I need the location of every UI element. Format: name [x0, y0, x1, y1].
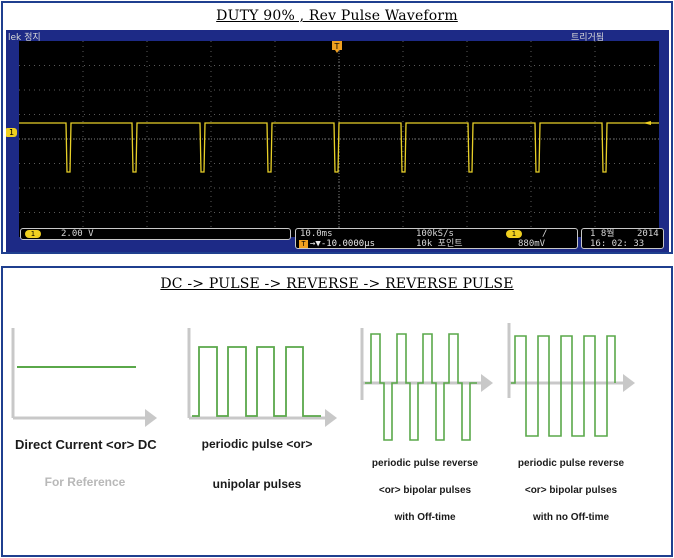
trigger-level-value: 880mV — [518, 239, 546, 249]
dc-x-arrow — [145, 409, 157, 427]
sample-rate-value: 100kS/s — [416, 229, 454, 239]
unipolar-pulse-wave — [192, 346, 321, 417]
scope-panel-title: DUTY 90% , Rev Pulse Waveform — [216, 8, 458, 24]
oscilloscope-display: lek 정지 트리거됨 T 1 1 2.00 V 10.0ms 100kS/s … — [6, 30, 669, 252]
scope-panel: DUTY 90% , Rev Pulse Waveform lek 정지 트리거… — [1, 1, 673, 254]
pulse-x-arrow — [325, 409, 337, 427]
reverse-nooff-caption-line1: periodic pulse reverse — [517, 458, 625, 469]
dc-caption-line2: For Reference — [44, 475, 126, 489]
ch1-badge: 1 — [25, 230, 41, 238]
pulse-caption-line2: unipolar pulses — [212, 477, 302, 491]
delay-trigger-icon: T — [299, 240, 308, 248]
trigger-position-marker: T — [332, 41, 342, 53]
bipolar-nooff-wave — [511, 335, 616, 437]
trigger-marker-arrow — [335, 50, 339, 53]
scope-readout-bar: 1 2.00 V 10.0ms 100kS/s T →▼-10.0000µs 1… — [6, 226, 669, 252]
time-value: 16: 02: 33 — [590, 239, 645, 249]
trigger-marker-label: T — [334, 42, 340, 51]
ch1-scale-readout[interactable]: 1 2.00 V — [20, 228, 291, 240]
bipolar-offtime-wave — [365, 333, 477, 441]
ch1-ground-marker[interactable]: 1 — [6, 128, 17, 137]
date-time-readout: 1 8월 2014 16: 02: 33 — [581, 228, 664, 249]
bipolar-x-arrow — [481, 374, 493, 392]
dc-caption-line1: Direct Current <or> DC — [15, 437, 157, 452]
trigger-slope-icon: / — [542, 229, 548, 239]
reverse-caption-line1: periodic pulse reverse — [371, 458, 479, 469]
waveform-types-panel: DC -> PULSE -> REVERSE -> REVERSE PULSE … — [1, 266, 673, 557]
timebase-value: 10.0ms — [300, 229, 333, 239]
trigger-source-badge: 1 — [506, 230, 522, 238]
record-length-value: 10k 포인트 — [416, 239, 463, 249]
reverse-nooff-caption-line2: <or> bipolar pulses — [524, 485, 618, 496]
scope-graticule: T — [19, 41, 659, 237]
reverse-nooff-caption-line3: with no Off-time — [532, 512, 610, 523]
ch1-scale-value: 2.00 V — [61, 229, 94, 239]
delay-value: →▼-10.0000µs — [310, 239, 376, 249]
date-day: 1 8월 — [590, 229, 615, 239]
reverse-caption-line2: <or> bipolar pulses — [378, 485, 472, 496]
pulse-caption-line1: periodic pulse <or> — [201, 437, 313, 451]
trigger-level-arrow — [643, 121, 651, 125]
bipolar-nooff-x-arrow — [623, 374, 635, 392]
scope-status-bar: lek 정지 트리거됨 — [6, 30, 669, 43]
scope-screen: T — [19, 41, 659, 237]
horizontal-readout[interactable]: 10.0ms 100kS/s T →▼-10.0000µs 10k 포인트 1 … — [295, 228, 578, 249]
date-year: 2014 — [637, 229, 659, 239]
reverse-caption-line3: with Off-time — [394, 512, 456, 523]
